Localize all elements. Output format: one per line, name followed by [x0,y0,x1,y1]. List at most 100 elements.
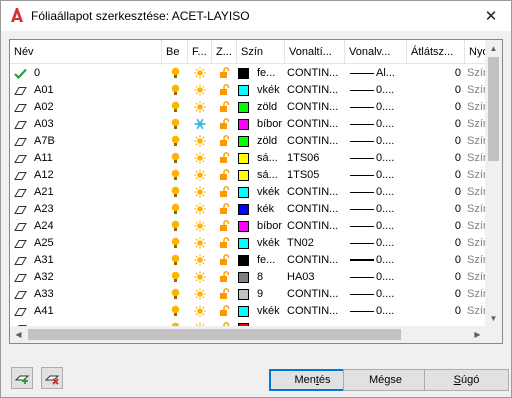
layer-on-bulb-icon[interactable] [170,135,182,148]
layer-lineweight[interactable]: 0.... [376,99,406,116]
column-header-linetype[interactable]: Vonaltí... [285,40,345,64]
layer-on-bulb-icon[interactable] [170,67,182,80]
layer-row[interactable]: A01 vkék CONTIN... 0....0 Szín_ [10,82,486,99]
scroll-up-icon[interactable]: ▲ [485,40,502,57]
layer-on-bulb-icon[interactable] [170,84,182,97]
column-header-lock[interactable]: Z... [212,40,237,64]
layer-lineweight[interactable]: 0.... [376,286,406,303]
layer-row[interactable]: A11 sá... 1TS06 0....0 Szín_ [10,150,486,167]
layer-on-bulb-icon[interactable] [170,271,182,284]
layer-lineweight[interactable]: 0.... [376,218,406,235]
layer-transparency[interactable]: 0 [407,269,461,286]
layer-on-bulb-icon[interactable] [170,254,182,267]
layer-row[interactable]: A03 bíbor CONTIN... 0....0 Szín_ [10,116,486,133]
layer-thawed-sun-icon[interactable] [194,220,207,233]
layer-color-swatch[interactable] [238,289,249,300]
layer-on-bulb-icon[interactable] [170,152,182,165]
layer-linetype[interactable]: CONTIN... [287,133,345,150]
layer-unlocked-icon[interactable] [219,254,231,267]
horizontal-scrollbar[interactable]: ◀ ▶ [10,326,486,343]
layer-color-swatch[interactable] [238,306,249,317]
layer-transparency[interactable]: 0 [407,150,461,167]
layer-row[interactable]: A31 fe... CONTIN... 0....0 Szín_ [10,252,486,269]
layer-lineweight[interactable]: 0.... [376,167,406,184]
layer-lineweight[interactable]: 0.... [376,116,406,133]
layer-transparency[interactable]: 0 [407,218,461,235]
layer-unlocked-icon[interactable] [219,271,231,284]
layer-unlocked-icon[interactable] [219,169,231,182]
layer-color-swatch[interactable] [238,187,249,198]
layer-on-bulb-icon[interactable] [170,288,182,301]
layer-row[interactable]: 0fe...CONTIN...Al...0Szín_ [10,65,486,82]
layer-linetype[interactable]: CONTIN... [287,116,345,133]
layer-row[interactable]: A24 bíbor CONTIN... 0....0 Szín_ [10,218,486,235]
layer-on-bulb-icon[interactable] [170,237,182,250]
layer-unlocked-icon[interactable] [219,101,231,114]
layer-thawed-sun-icon[interactable] [194,101,207,114]
layer-transparency[interactable]: 0 [407,65,461,82]
horizontal-scroll-thumb[interactable] [28,329,401,340]
layer-thawed-sun-icon[interactable] [194,186,207,199]
layer-transparency[interactable]: 0 [407,82,461,99]
layer-linetype[interactable]: CONTIN... [287,252,345,269]
layer-transparency[interactable]: 0 [407,303,461,320]
layer-row[interactable]: A02 zöld CONTIN... 0....0 Szín_ [10,99,486,116]
layer-on-bulb-icon[interactable] [170,203,182,216]
layer-on-bulb-icon[interactable] [170,101,182,114]
delete-layer-button[interactable] [41,367,63,389]
layer-on-bulb-icon[interactable] [170,186,182,199]
layer-lineweight[interactable]: 0.... [376,201,406,218]
layer-unlocked-icon[interactable] [219,305,231,318]
layer-linetype[interactable]: 1TS05 [287,167,345,184]
layer-row[interactable]: A23 kék CONTIN... 0....0 Szín_ [10,201,486,218]
close-button[interactable]: ✕ [471,1,511,31]
layer-unlocked-icon[interactable] [219,152,231,165]
layer-unlocked-icon[interactable] [219,67,231,80]
layer-transparency[interactable]: 0 [407,167,461,184]
layer-unlocked-icon[interactable] [219,203,231,216]
layer-lineweight[interactable]: 0.... [376,150,406,167]
layer-transparency[interactable]: 0 [407,252,461,269]
layer-transparency[interactable]: 0 [407,201,461,218]
layer-row[interactable]: A12 sá... 1TS05 0....0 Szín_ [10,167,486,184]
layer-unlocked-icon[interactable] [219,288,231,301]
layer-transparency[interactable]: 0 [407,235,461,252]
add-layer-button[interactable] [11,367,33,389]
help-button[interactable]: Súgó [424,369,509,391]
layer-thawed-sun-icon[interactable] [194,271,207,284]
layer-thawed-sun-icon[interactable] [194,305,207,318]
layer-linetype[interactable]: TN02 [287,235,345,252]
vertical-scroll-thumb[interactable] [488,57,499,161]
column-header-color[interactable]: Szín [237,40,285,64]
cancel-button[interactable]: Mégse [343,369,428,391]
scroll-down-icon[interactable]: ▼ [485,310,502,327]
layer-linetype[interactable]: CONTIN... [287,286,345,303]
layer-lineweight[interactable]: 0.... [376,269,406,286]
layer-thawed-sun-icon[interactable] [194,237,207,250]
layer-on-bulb-icon[interactable] [170,118,182,131]
layer-thawed-sun-icon[interactable] [194,254,207,267]
layer-frozen-snowflake-icon[interactable] [194,118,207,131]
layer-unlocked-icon[interactable] [219,118,231,131]
layer-color-swatch[interactable] [238,238,249,249]
layer-linetype[interactable]: CONTIN... [287,201,345,218]
column-header-name[interactable]: Név [10,40,162,64]
layer-color-swatch[interactable] [238,85,249,96]
layer-lineweight[interactable]: 0.... [376,252,406,269]
layer-color-swatch[interactable] [238,204,249,215]
layer-lineweight[interactable]: Al... [376,65,406,82]
column-header-on[interactable]: Be [162,40,188,64]
layer-transparency[interactable]: 0 [407,184,461,201]
column-header-freeze[interactable]: F... [188,40,212,64]
layer-transparency[interactable]: 0 [407,286,461,303]
layer-lineweight[interactable]: 0.... [376,303,406,320]
layer-row[interactable]: A33 9 CONTIN... 0....0 Szín_ [10,286,486,303]
layer-on-bulb-icon[interactable] [170,305,182,318]
layer-row[interactable]: A41 vkék CONTIN... 0....0 Szín_ [10,303,486,320]
layer-thawed-sun-icon[interactable] [194,288,207,301]
layer-color-swatch[interactable] [238,221,249,232]
layer-on-bulb-icon[interactable] [170,220,182,233]
layer-thawed-sun-icon[interactable] [194,169,207,182]
layer-color-swatch[interactable] [238,68,249,79]
layer-lineweight[interactable]: 0.... [376,82,406,99]
